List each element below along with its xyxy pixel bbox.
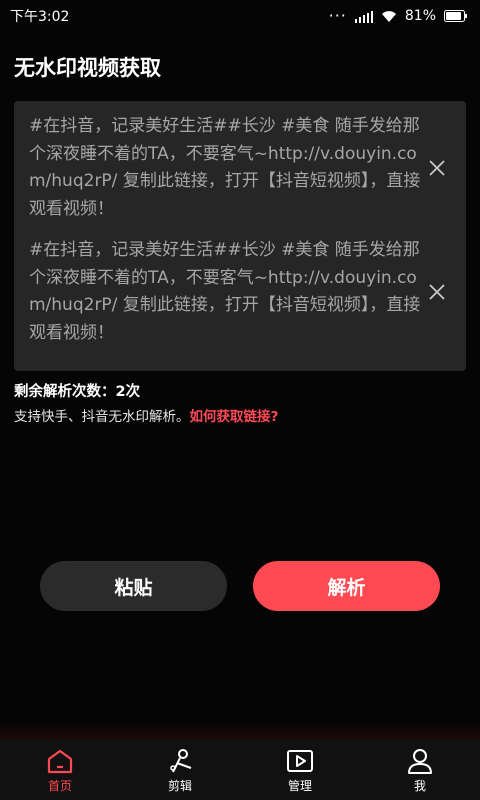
tab-home[interactable]: 首页 xyxy=(0,740,120,800)
tab-bar: 首页 剪辑 管理 我 xyxy=(0,740,480,800)
wifi-icon xyxy=(381,10,397,23)
support-text: 支持快手、抖音无水印解析。如何获取链接? xyxy=(14,405,278,425)
parse-button[interactable]: 解析 xyxy=(253,561,440,611)
tab-manage[interactable]: 管理 xyxy=(240,740,360,800)
remaining-count: 剩余解析次数：2次 xyxy=(14,384,141,400)
tab-me[interactable]: 我 xyxy=(360,740,480,800)
user-icon xyxy=(408,749,432,774)
more-dots-icon: ··· xyxy=(328,6,347,25)
tab-label: 管理 xyxy=(287,779,312,793)
link-text: #在抖音，记录美好生活##长沙 #美食 随手发给那个深夜睡不着的TA，不要客气~… xyxy=(29,116,421,219)
remove-link-button[interactable] xyxy=(422,153,452,183)
home-icon xyxy=(47,749,73,774)
link-text: #在抖音，记录美好生活##长沙 #美食 随手发给那个深夜睡不着的TA，不要客气~… xyxy=(29,240,421,343)
paste-button[interactable]: 粘贴 xyxy=(40,561,227,611)
page-title: 无水印视频获取 xyxy=(14,56,161,80)
tab-label: 剪辑 xyxy=(167,779,192,793)
close-icon xyxy=(429,160,445,176)
status-icons: ··· 81% xyxy=(329,8,468,24)
remove-link-button[interactable] xyxy=(422,277,452,307)
signal-icon xyxy=(354,10,373,23)
battery-icon xyxy=(444,10,468,22)
tab-label: 首页 xyxy=(47,779,72,793)
status-time: 下午3:02 xyxy=(10,9,70,25)
battery-percent: 81% xyxy=(404,8,436,24)
tab-label: 我 xyxy=(413,779,426,793)
bottom-glow xyxy=(0,722,480,740)
support-label: 支持快手、抖音无水印解析。 xyxy=(14,409,190,425)
status-bar: 下午3:02 ··· 81% xyxy=(0,0,480,32)
link-item: #在抖音，记录美好生活##长沙 #美食 随手发给那个深夜睡不着的TA，不要客气~… xyxy=(29,237,452,347)
tab-edit[interactable]: 剪辑 xyxy=(120,740,240,800)
link-item: #在抖音，记录美好生活##长沙 #美食 随手发给那个深夜睡不着的TA，不要客气~… xyxy=(29,113,452,223)
link-input-area[interactable]: #在抖音，记录美好生活##长沙 #美食 随手发给那个深夜睡不着的TA，不要客气~… xyxy=(14,101,466,371)
scissors-icon xyxy=(170,749,192,773)
how-to-get-link[interactable]: 如何获取链接? xyxy=(190,409,279,425)
close-icon xyxy=(429,284,445,300)
play-icon xyxy=(287,750,313,772)
screen: 下午3:02 ··· 81% 无水印视频获取 #在抖音，记录美好生活##长沙 #… xyxy=(0,0,480,800)
